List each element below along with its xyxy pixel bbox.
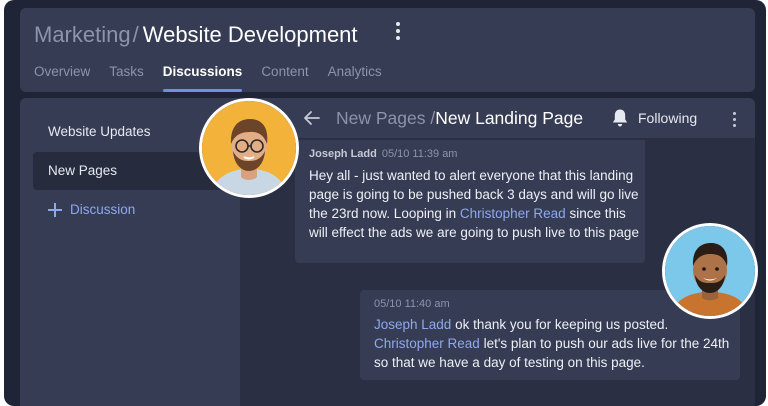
add-discussion-label: Discussion <box>70 202 136 217</box>
message-bubble: Joseph Ladd 05/10 11:39 am Hey all - just… <box>295 140 645 263</box>
thread-title-parent[interactable]: New Pages / <box>336 108 435 128</box>
discussions-panel: Website Updates New Pages Discussion New… <box>20 98 755 406</box>
breadcrumb: Marketing/Website Development <box>34 22 358 48</box>
tab-discussions[interactable]: Discussions <box>162 64 242 92</box>
kebab-vertical-icon[interactable] <box>728 110 740 128</box>
bell-icon[interactable] <box>611 108 629 128</box>
tab-content[interactable]: Content <box>261 64 308 92</box>
mention-link[interactable]: Christopher Read <box>460 206 566 221</box>
arrow-left-icon[interactable] <box>302 108 322 128</box>
sidebar-item-new-pages[interactable]: New Pages <box>48 163 117 178</box>
message-timestamp: 05/10 11:40 am <box>374 298 450 310</box>
following-button[interactable]: Following <box>638 110 697 126</box>
mention-link[interactable]: Christopher Read <box>374 336 480 351</box>
message-text: Hey all - just wanted to alert everyone … <box>309 168 639 240</box>
message-timestamp: 05/10 11:39 am <box>381 148 458 160</box>
breadcrumb-parent[interactable]: Marketing <box>34 22 131 47</box>
add-discussion-button[interactable]: Discussion <box>48 202 135 217</box>
tab-analytics[interactable]: Analytics <box>328 64 382 92</box>
project-header: Marketing/Website Development Overview T… <box>20 8 755 92</box>
kebab-vertical-icon[interactable] <box>391 20 405 42</box>
tab-tasks[interactable]: Tasks <box>109 64 144 92</box>
tab-bar: Overview Tasks Discussions Content Analy… <box>34 64 401 92</box>
app-window: Marketing/Website Development Overview T… <box>4 0 766 406</box>
thread-title-current: New Landing Page <box>435 108 584 128</box>
avatar <box>199 98 299 198</box>
breadcrumb-separator: / <box>132 22 139 47</box>
sidebar-item-website-updates[interactable]: Website Updates <box>48 124 151 139</box>
thread-title: New Pages /New Landing Page <box>336 108 583 129</box>
plus-icon <box>48 202 62 217</box>
message-meta: Joseph Ladd 05/10 11:39 am <box>309 148 457 160</box>
avatar <box>662 223 758 319</box>
message-author[interactable]: Joseph Ladd <box>309 148 377 160</box>
message-text: Joseph Ladd ok thank you for keeping us … <box>374 317 730 370</box>
breadcrumb-current: Website Development <box>142 22 358 47</box>
tab-overview[interactable]: Overview <box>34 64 90 92</box>
mention-link[interactable]: Joseph Ladd <box>374 317 451 332</box>
